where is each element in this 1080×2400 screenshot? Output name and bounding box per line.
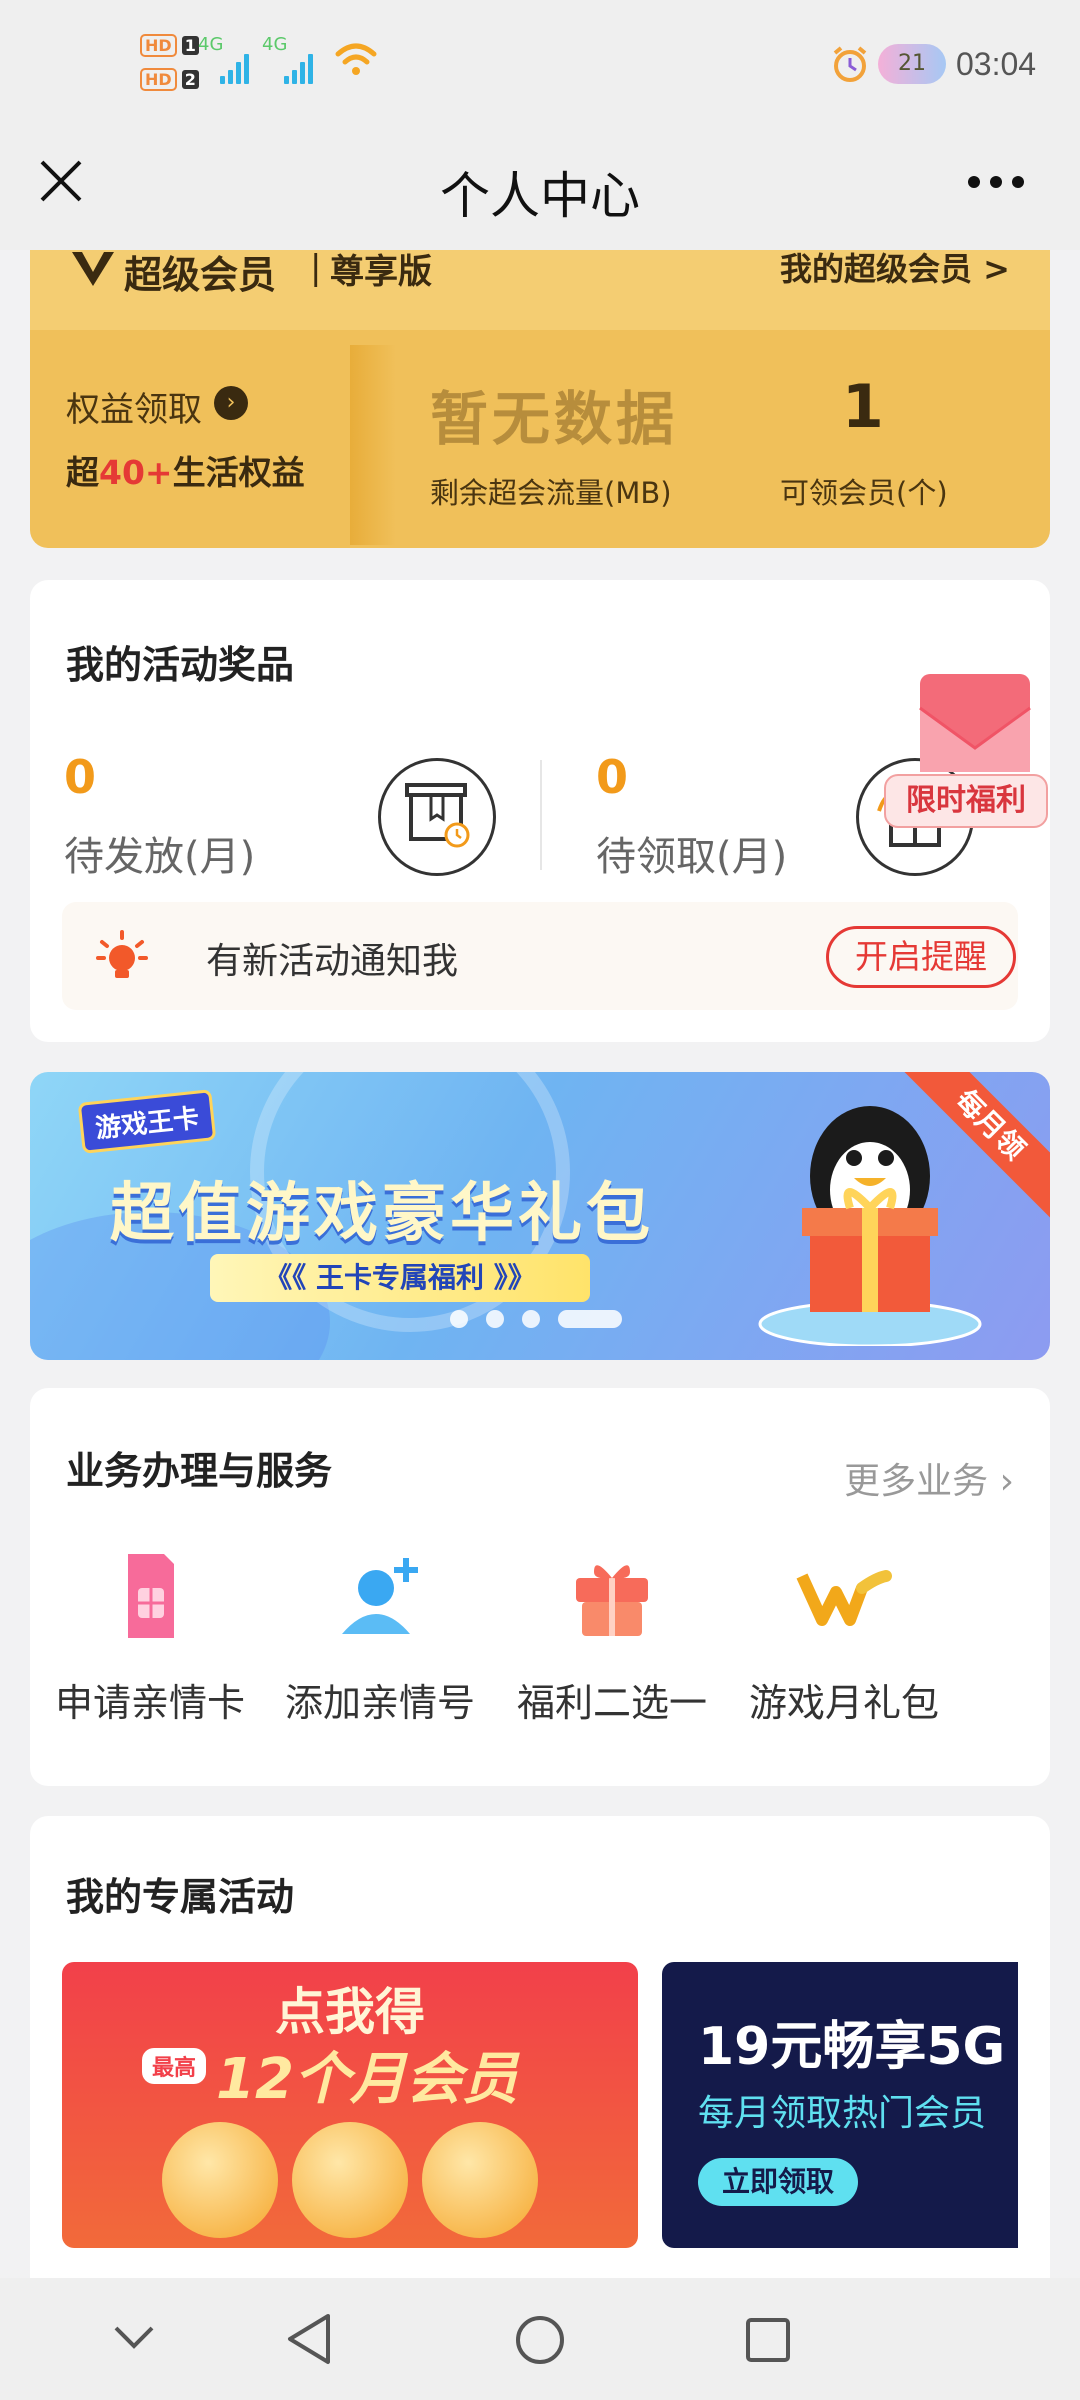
pending-count[interactable]: 0	[64, 750, 96, 804]
vip-diamond-icon	[162, 2122, 278, 2238]
clock-time: 03:04	[956, 46, 1037, 82]
penguin-gift-icon	[758, 1106, 982, 1346]
banner-subtitle: 《《 王卡专属福利 》》	[210, 1254, 590, 1302]
vip-crown-icon	[72, 252, 114, 286]
rights-sub-prefix: 超	[66, 453, 99, 492]
vip-brand: 超级会员	[124, 253, 277, 297]
signal-icon-2	[284, 52, 313, 84]
hd-badge-1: HD 1	[140, 34, 199, 57]
banner-title: 超值游戏豪华礼包	[110, 1177, 654, 1251]
membership-count[interactable]: 1	[842, 372, 884, 442]
alarm-icon	[833, 46, 867, 82]
more-services-label: 更多业务	[844, 1461, 989, 1502]
limited-benefit-tag[interactable]: 限时福利	[884, 774, 1048, 828]
system-nav-bar	[0, 2278, 1080, 2400]
more-options-icon[interactable]	[966, 174, 1026, 190]
membership-label: 可领会员(个)	[780, 476, 948, 510]
promo2-title: 19元畅享5G	[698, 2017, 1006, 2077]
notify-text: 有新活动通知我	[206, 941, 459, 982]
promo1-main: 12个月会员	[216, 2047, 518, 2112]
vip-card: 超级会员 | 尊享版 我的超级会员 > 权益领取 › 超40+生活权益 暂无数据…	[30, 250, 1050, 548]
home-circle-icon[interactable]	[514, 2314, 566, 2366]
chevron-right-icon: ›	[999, 1461, 1014, 1502]
gift-icon	[564, 1548, 660, 1644]
notification-count: 21	[898, 51, 926, 76]
flow-label: 剩余超会流量(MB)	[430, 476, 672, 510]
hd-label: HD	[140, 68, 177, 91]
status-bar: HD 1 HD 2 4G 4G 21 03:04	[0, 0, 1080, 130]
my-vip-link[interactable]: 我的超级会员 >	[780, 250, 1010, 290]
service-item-benefit-choice[interactable]: 福利二选一	[492, 1548, 732, 1727]
chevron-down-icon[interactable]	[112, 2322, 156, 2352]
sim2-label: 2	[181, 70, 199, 89]
video-play-icon	[422, 2122, 538, 2238]
carousel-dot[interactable]	[486, 1310, 504, 1328]
promo-card-membership[interactable]: 点我得 最高 12个月会员	[62, 1962, 638, 2248]
claim-now-button[interactable]: 立即领取	[698, 2158, 858, 2206]
prizes-divider	[540, 760, 542, 870]
flow-value: 暂无数据	[430, 385, 679, 453]
sim1-label: 1	[181, 36, 199, 55]
more-services-link[interactable]: 更多业务 ›	[844, 1452, 1014, 1504]
pending-box-icon[interactable]	[378, 758, 496, 876]
service-item-add-family[interactable]: 添加亲情号	[260, 1548, 500, 1727]
prizes-title: 我的活动奖品	[66, 643, 295, 687]
carousel-dot[interactable]	[522, 1310, 540, 1328]
notify-bar: 有新活动通知我 开启提醒	[62, 902, 1018, 1010]
rights-claim-label[interactable]: 权益领取	[66, 382, 202, 431]
carousel-dot[interactable]	[450, 1310, 468, 1328]
service-item-family-card[interactable]: 申请亲情卡	[30, 1548, 270, 1727]
signal-icon-1	[220, 52, 249, 84]
page-title: 个人中心	[440, 167, 640, 225]
hd-badge-2: HD 2	[140, 68, 199, 91]
rights-sub-suffix: 生活权益	[172, 453, 305, 492]
service-label: 申请亲情卡	[54, 1681, 245, 1725]
add-user-icon	[332, 1548, 428, 1644]
carousel-dot-active[interactable]	[558, 1310, 622, 1328]
services-card: 业务办理与服务 更多业务 › 申请亲情卡 添加亲情号 福利二选一 游戏月礼包	[30, 1388, 1050, 1786]
service-label: 游戏月礼包	[748, 1681, 939, 1725]
vip-divider	[350, 345, 396, 545]
promo2-subtitle: 每月领取热门会员	[698, 2093, 987, 2134]
exclusive-activities-card: 我的专属活动 点我得 最高 12个月会员 19元畅享5G 每月领取热门会员 立即…	[30, 1816, 1050, 2296]
enable-reminder-button[interactable]: 开启提醒	[826, 926, 1016, 988]
promo-banner[interactable]: 游戏王卡 超值游戏豪华礼包 《《 王卡专属福利 》》 每月领	[30, 1072, 1050, 1360]
hd-label: HD	[140, 34, 177, 57]
notification-cloud-icon: 21	[878, 44, 946, 84]
service-item-game-gift[interactable]: 游戏月礼包	[724, 1548, 964, 1727]
rights-sub-highlight: 40+	[99, 453, 173, 492]
wifi-icon	[335, 43, 377, 75]
to-claim-count[interactable]: 0	[596, 750, 628, 804]
game-w-icon	[796, 1548, 892, 1644]
lightbulb-icon	[96, 930, 148, 978]
rights-arrow-icon[interactable]: ›	[214, 386, 248, 420]
sim-card-icon	[102, 1548, 198, 1644]
back-triangle-icon[interactable]	[284, 2312, 334, 2366]
service-label: 福利二选一	[516, 1681, 707, 1725]
recents-square-icon[interactable]	[744, 2316, 792, 2364]
exclusive-title: 我的专属活动	[66, 1875, 295, 1919]
life-rights-text[interactable]: 超40+生活权益	[66, 446, 305, 494]
vip-edition: 尊享版	[330, 252, 432, 292]
carousel-dots[interactable]	[450, 1310, 622, 1328]
title-bar: 个人中心	[0, 130, 1080, 250]
pending-label: 待发放(月)	[64, 834, 256, 880]
to-claim-label: 待领取(月)	[596, 834, 788, 880]
envelope-icon[interactable]	[918, 668, 1032, 778]
promo-card-5g[interactable]: 19元畅享5G 每月领取热门会员 立即领取	[662, 1962, 1018, 2248]
promo1-badge: 最高	[142, 2048, 207, 2084]
game-card-logo: 游戏王卡	[77, 1089, 217, 1154]
service-label: 添加亲情号	[284, 1681, 475, 1725]
vip-separator: |	[310, 250, 322, 288]
qq-penguin-icon	[292, 2122, 408, 2238]
services-title: 业务办理与服务	[66, 1449, 333, 1493]
